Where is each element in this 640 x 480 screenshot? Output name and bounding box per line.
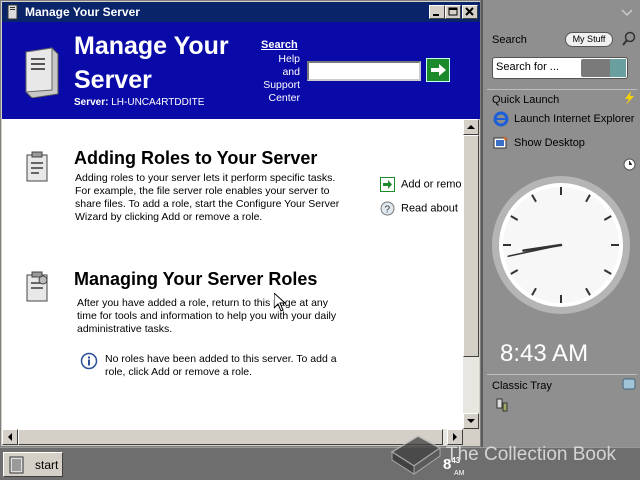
search-label-text: Search	[261, 39, 298, 51]
server-name-line: Server: LH-UNCA4RTDDITE	[74, 97, 204, 108]
maximize-button[interactable]	[445, 5, 461, 19]
minimize-button[interactable]	[429, 5, 445, 19]
header-banner: Manage Your Server Server: LH-UNCA4RTDDI…	[2, 22, 480, 119]
digital-clock: 8:43 AM	[500, 340, 589, 367]
section-body-managing-roles: After you have added a role, return to t…	[77, 297, 337, 335]
page-title-line2: Server	[74, 66, 152, 94]
book-logo-icon	[390, 435, 442, 475]
read-about-link[interactable]: ? Read about	[380, 201, 458, 216]
arrow-down-icon	[467, 419, 475, 423]
server-app-icon	[7, 4, 18, 20]
vertical-scrollbar[interactable]	[463, 119, 479, 429]
start-button[interactable]: start	[3, 452, 63, 477]
help-question-icon: ?	[380, 201, 395, 216]
tile-divider	[487, 89, 637, 90]
chevron-down-icon[interactable]	[620, 8, 634, 18]
my-stuff-button[interactable]: My Stuff	[565, 32, 613, 47]
quick-launch-internet-explorer[interactable]: Launch Internet Explorer	[493, 111, 634, 127]
content-area: Adding Roles to Your Server Adding roles…	[2, 119, 463, 429]
sidebar-search-placeholder: Search for ...	[496, 61, 559, 73]
page-title-line1: Manage Your	[74, 32, 229, 60]
lightning-icon	[625, 91, 634, 105]
watermark-text: The Collection Book	[446, 444, 617, 465]
show-desktop-icon	[493, 136, 508, 149]
close-button[interactable]	[462, 5, 478, 19]
server-label: Server:	[74, 97, 109, 108]
section-body-adding-roles: Adding roles to your server lets it perf…	[75, 172, 340, 223]
sidebar: Search My Stuff Search for ... Quick Lau…	[481, 0, 640, 447]
server-logo-icon	[25, 47, 59, 98]
mouse-cursor-icon	[274, 293, 286, 312]
search-icon[interactable]	[622, 31, 636, 47]
start-label: start	[35, 458, 59, 472]
help-line4: Center	[268, 92, 300, 104]
help-line2: and	[282, 66, 300, 78]
tray-tile-icon	[622, 378, 636, 390]
manage-your-server-window: Manage Your Server Manage Your Server Se…	[0, 0, 481, 447]
quick-launch-desktop-label: Show Desktop	[514, 136, 585, 149]
arrow-up-icon	[467, 125, 475, 129]
add-remove-role-label: Add or remo	[401, 178, 462, 191]
section-title-adding-roles: Adding Roles to Your Server	[74, 148, 318, 168]
green-arrow-icon	[380, 177, 395, 192]
safely-remove-hardware-icon[interactable]	[494, 397, 510, 413]
svg-text:?: ?	[385, 205, 391, 216]
clock-tile-icon	[623, 158, 636, 171]
help-line3: Support	[263, 79, 300, 91]
quick-launch-title: Quick Launch	[492, 94, 560, 106]
no-roles-note: No roles have been added to this server.…	[105, 353, 337, 378]
search-label: Search	[261, 39, 298, 51]
page-title: Manage Your Server	[74, 29, 229, 97]
scroll-up-button[interactable]	[463, 119, 479, 135]
search-go-button[interactable]	[426, 58, 450, 82]
read-about-label: Read about	[401, 202, 458, 215]
clipboard-add-icon	[26, 151, 48, 182]
help-search-input[interactable]	[307, 61, 421, 81]
internet-explorer-icon	[493, 111, 509, 127]
classic-tray-title: Classic Tray	[492, 380, 552, 392]
scroll-down-button[interactable]	[463, 413, 479, 429]
section-title-managing-roles: Managing Your Server Roles	[74, 269, 318, 289]
arrow-right-icon	[431, 64, 446, 76]
horizontal-scroll-thumb[interactable]	[18, 429, 443, 445]
scroll-left-button[interactable]	[2, 429, 18, 445]
clipboard-manage-icon	[26, 271, 48, 302]
title-bar[interactable]: Manage Your Server	[2, 2, 480, 22]
add-remove-role-link[interactable]: Add or remo	[380, 177, 462, 192]
watermark: The Collection Book	[388, 430, 628, 475]
window-title: Manage Your Server	[25, 5, 140, 19]
windows-flag-icon	[9, 456, 24, 474]
info-icon	[80, 352, 98, 370]
help-support-link[interactable]: Help and Support Center	[263, 53, 300, 105]
search-toggle[interactable]	[581, 59, 626, 77]
tile-divider-2	[487, 374, 637, 375]
search-tile-title: Search	[492, 34, 527, 46]
help-line1: Help	[278, 53, 300, 65]
vertical-scroll-thumb[interactable]	[463, 135, 479, 357]
quick-launch-ie-label: Launch Internet Explorer	[514, 112, 635, 125]
analog-clock	[492, 176, 630, 314]
quick-launch-show-desktop[interactable]: Show Desktop	[493, 135, 585, 151]
arrow-left-icon	[8, 433, 12, 441]
server-name: LH-UNCA4RTDDITE	[111, 97, 205, 108]
